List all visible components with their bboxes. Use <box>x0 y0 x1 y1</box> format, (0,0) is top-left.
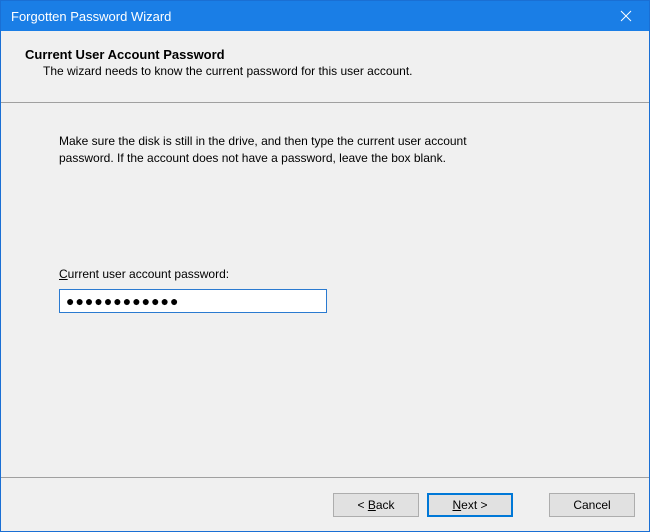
wizard-content: Make sure the disk is still in the drive… <box>1 103 649 477</box>
wizard-footer: < Back Next > Cancel <box>1 477 649 531</box>
instruction-text: Make sure the disk is still in the drive… <box>59 133 519 167</box>
back-button-accel: B <box>368 498 376 512</box>
close-icon <box>620 10 632 22</box>
password-label-accel: C <box>59 267 68 281</box>
next-button-rest: ext > <box>461 498 487 512</box>
back-button-rest: ack <box>376 498 395 512</box>
back-button[interactable]: < Back <box>333 493 419 517</box>
close-button[interactable] <box>603 1 649 31</box>
titlebar: Forgotten Password Wizard <box>1 1 649 31</box>
window-title: Forgotten Password Wizard <box>11 9 171 24</box>
password-label: Current user account password: <box>59 267 601 281</box>
header-title: Current User Account Password <box>25 47 629 62</box>
password-input[interactable] <box>59 289 327 313</box>
back-button-pre: < <box>357 498 367 512</box>
next-button-accel: N <box>452 498 461 512</box>
password-label-text: urrent user account password: <box>68 267 229 281</box>
next-button[interactable]: Next > <box>427 493 513 517</box>
wizard-header: Current User Account Password The wizard… <box>1 31 649 103</box>
password-field-block: Current user account password: <box>59 267 601 313</box>
wizard-window: Forgotten Password Wizard Current User A… <box>0 0 650 532</box>
header-subtitle: The wizard needs to know the current pas… <box>43 64 629 78</box>
cancel-button[interactable]: Cancel <box>549 493 635 517</box>
